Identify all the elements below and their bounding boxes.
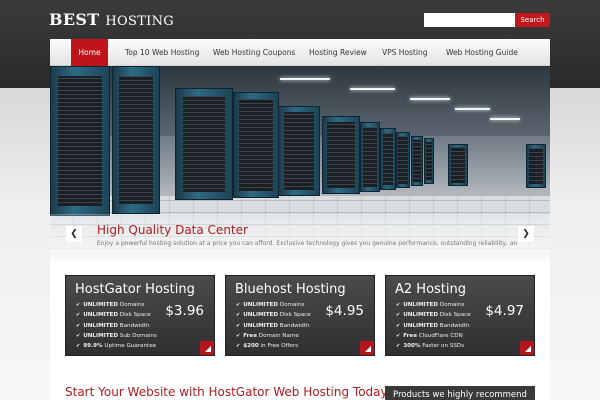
feature-item: ✔ UNLIMITED Domains bbox=[236, 302, 305, 308]
feature-item: ✔ UNLIMITED Disk Space bbox=[396, 312, 471, 319]
ceiling-light bbox=[350, 88, 395, 90]
nav-item-vps[interactable]: VPS Hosting bbox=[382, 39, 427, 66]
check-icon: ✔ bbox=[236, 332, 241, 339]
check-icon: ✔ bbox=[76, 343, 81, 350]
ceiling-light bbox=[280, 78, 330, 80]
site-logo[interactable]: BEST HOSTING bbox=[49, 10, 174, 29]
server-rack bbox=[112, 66, 160, 214]
card-price: $4.95 bbox=[325, 303, 364, 319]
feature-item: ✔ UNLIMITED Bandwidth bbox=[76, 322, 150, 329]
check-icon: ✔ bbox=[396, 343, 401, 350]
nav-item-home[interactable]: Home bbox=[71, 39, 108, 66]
hosting-card-hostgator[interactable]: HostGator Hosting ✔ UNLIMITED Domains ✔ UN… bbox=[65, 275, 215, 356]
ceiling-light bbox=[410, 98, 450, 100]
chevron-left-icon: ❮ bbox=[70, 229, 78, 239]
nav-item-coupons[interactable]: Web Hosting Coupons bbox=[213, 39, 295, 66]
server-rack bbox=[50, 66, 110, 216]
card-title: HostGator Hosting bbox=[75, 282, 195, 297]
feature-item: ✔ UNLIMITED Disk Space bbox=[76, 312, 151, 319]
feature-item: ✔ UNLIMITED Bandwidth bbox=[396, 322, 470, 329]
check-icon: ✔ bbox=[396, 302, 401, 308]
logo-rest-text: HOSTING bbox=[105, 14, 174, 29]
nav-item-review[interactable]: Hosting Review bbox=[309, 39, 367, 66]
feature-item: ✔ $200 in Free Offers bbox=[236, 343, 299, 350]
feature-item: ✔ UNLIMITED Disk Space bbox=[236, 312, 311, 319]
feature-list: ✔ UNLIMITED Domains ✔ UNLIMITED Disk Space… bbox=[396, 300, 471, 351]
feature-item: ✔ 300% Faster on SSDs bbox=[396, 343, 465, 350]
check-icon: ✔ bbox=[76, 332, 81, 339]
check-icon: ✔ bbox=[396, 322, 401, 329]
server-rack bbox=[233, 92, 279, 198]
check-icon: ✔ bbox=[236, 322, 241, 329]
slide-text: Enjoy a powerful hosting solution at a p… bbox=[97, 240, 517, 247]
logo-bold-text: BEST bbox=[49, 10, 100, 29]
slider-prev-button[interactable]: ❮ bbox=[66, 226, 82, 242]
cta-heading[interactable]: Start Your Website with HostGator Web Ho… bbox=[65, 385, 392, 399]
nav-item-guide[interactable]: Web Hosting Guide bbox=[446, 39, 518, 66]
card-price: $4.97 bbox=[485, 303, 524, 319]
server-rack bbox=[396, 132, 410, 188]
check-icon: ✔ bbox=[76, 312, 81, 319]
server-rack bbox=[175, 88, 233, 200]
check-icon: ✔ bbox=[236, 343, 241, 350]
check-icon: ✔ bbox=[396, 312, 401, 319]
check-icon: ✔ bbox=[76, 302, 81, 308]
ceiling-light bbox=[455, 108, 490, 110]
server-rack bbox=[360, 122, 380, 192]
feature-list: ✔ UNLIMITED Domains ✔ UNLIMITED Disk Space… bbox=[76, 300, 157, 351]
server-rack bbox=[322, 116, 360, 194]
ceiling-light bbox=[490, 118, 520, 120]
sidebar-widget-title: Products we highly recommend bbox=[385, 386, 535, 400]
server-rack bbox=[411, 136, 423, 186]
hosting-card-a2[interactable]: A2 Hosting ✔ UNLIMITED Domains ✔ UNLIMITED… bbox=[385, 275, 535, 356]
corner-arrow-icon[interactable] bbox=[520, 341, 534, 355]
server-rack bbox=[278, 106, 320, 196]
search-button[interactable]: Search bbox=[515, 13, 550, 27]
check-icon: ✔ bbox=[236, 302, 241, 308]
feature-item: ✔ UNLIMITED Domains bbox=[76, 302, 145, 308]
corner-arrow-icon[interactable] bbox=[360, 341, 374, 355]
check-icon: ✔ bbox=[396, 332, 401, 339]
feature-item: ✔ Free Domain Name bbox=[236, 332, 299, 339]
check-icon: ✔ bbox=[236, 312, 241, 319]
card-price: $3.96 bbox=[165, 303, 204, 319]
feature-item: ✔ Free CloudFlare CDN bbox=[396, 332, 463, 339]
main-nav: Home Top 10 Web Hosting Web Hosting Coup… bbox=[50, 39, 550, 66]
check-icon: ✔ bbox=[76, 322, 81, 329]
slide-caption-bg bbox=[50, 214, 550, 260]
hosting-card-bluehost[interactable]: Bluehost Hosting ✔ UNLIMITED Domains ✔ UNL… bbox=[225, 275, 375, 356]
search-input[interactable] bbox=[424, 13, 515, 27]
server-rack bbox=[424, 138, 434, 184]
feature-list: ✔ UNLIMITED Domains ✔ UNLIMITED Disk Space… bbox=[236, 300, 311, 351]
corner-arrow-icon[interactable] bbox=[200, 341, 214, 355]
server-rack bbox=[526, 144, 546, 188]
slider-next-button[interactable]: ❯ bbox=[518, 226, 534, 242]
hero-slider[interactable]: ❮ ❯ High Quality Data Center Enjoy a pow… bbox=[50, 66, 550, 260]
nav-item-top10[interactable]: Top 10 Web Hosting bbox=[125, 39, 199, 66]
card-title: Bluehost Hosting bbox=[235, 282, 346, 297]
feature-item: ✔ UNLIMITED Domains bbox=[396, 302, 465, 308]
server-rack bbox=[448, 144, 468, 186]
server-rack bbox=[380, 128, 396, 190]
card-title: A2 Hosting bbox=[395, 282, 466, 297]
slide-title: High Quality Data Center bbox=[97, 223, 248, 237]
chevron-right-icon: ❯ bbox=[522, 229, 530, 239]
feature-item: ✔ UNLIMITED Bandwidth bbox=[236, 322, 310, 329]
feature-item: ✔ UNLIMITED Sub Domains bbox=[76, 332, 157, 339]
feature-item: ✔ 99.9% Uptime Guarantee bbox=[76, 343, 157, 350]
